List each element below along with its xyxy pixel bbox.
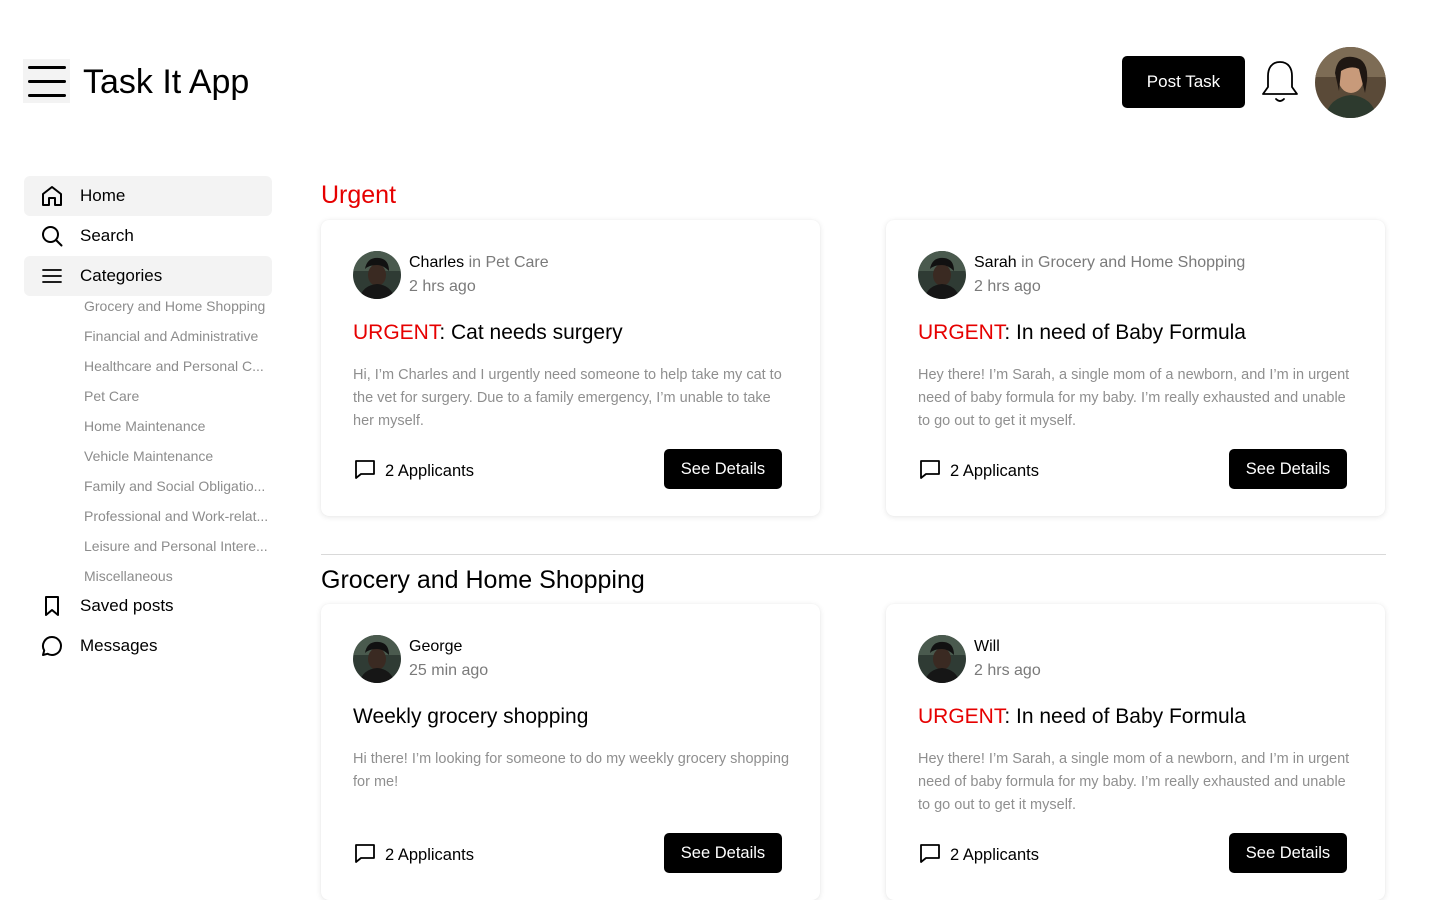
chat-icon	[353, 457, 377, 486]
post-time: 25 min ago	[409, 662, 489, 679]
task-title: URGENT: In need of Baby Formula	[918, 704, 1246, 730]
search-icon	[40, 224, 64, 248]
message-icon	[40, 634, 64, 658]
applicants-link[interactable]: 2 Applicants	[918, 841, 1039, 870]
category-link[interactable]: Healthcare and Personal C...	[84, 357, 274, 375]
poster-category: in Grocery and Home Shopping	[1016, 254, 1246, 271]
sidebar-item-messages[interactable]: Messages	[24, 626, 272, 666]
applicants-link[interactable]: 2 Applicants	[918, 457, 1039, 486]
bookmark-icon	[40, 594, 64, 618]
poster-name[interactable]: George	[409, 638, 462, 655]
post-time: 2 hrs ago	[974, 662, 1041, 679]
sidebar-item-label: Search	[80, 226, 134, 245]
sidebar-item-categories[interactable]: Categories	[24, 256, 272, 296]
see-details-button[interactable]: See Details	[1229, 833, 1347, 873]
section-title-urgent: Urgent	[321, 181, 397, 209]
task-title: URGENT: In need of Baby Formula	[918, 320, 1246, 346]
chat-icon	[353, 841, 377, 870]
task-card[interactable]: Charles in Pet Care 2 hrs ago URGENT: Cat …	[321, 220, 820, 516]
poster-avatar[interactable]	[918, 635, 966, 683]
applicants-count: 2 Applicants	[385, 462, 474, 480]
category-link[interactable]: Home Maintenance	[84, 417, 274, 435]
post-task-button[interactable]: Post Task	[1122, 56, 1245, 108]
see-details-button[interactable]: See Details	[664, 833, 782, 873]
section-title-grocery: Grocery and Home Shopping	[321, 566, 645, 594]
sidebar-item-label: Home	[80, 186, 126, 205]
post-time: 2 hrs ago	[409, 278, 476, 295]
poster-name[interactable]: Will	[974, 638, 1000, 655]
task-card[interactable]: Will 2 hrs ago URGENT: In need of Baby For…	[886, 604, 1385, 900]
user-avatar[interactable]	[1315, 47, 1386, 118]
task-title-text: Weekly grocery shopping	[353, 705, 589, 728]
poster-category: in Pet Care	[464, 254, 549, 271]
poster-name[interactable]: Charles	[409, 254, 464, 271]
applicants-link[interactable]: 2 Applicants	[353, 841, 474, 870]
applicants-count: 2 Applicants	[385, 846, 474, 864]
category-link[interactable]: Vehicle Maintenance	[84, 447, 274, 465]
urgent-label: URGENT	[918, 705, 1005, 728]
sidebar-item-label: Messages	[80, 636, 158, 655]
sidebar-item-saved-posts[interactable]: Saved posts	[24, 586, 272, 626]
app-title: Task It App	[83, 63, 250, 101]
sidebar-item-label: Categories	[80, 266, 163, 285]
see-details-button[interactable]: See Details	[664, 449, 782, 489]
urgent-label: URGENT	[353, 321, 440, 344]
notification-bell-icon[interactable]	[1259, 58, 1301, 106]
category-link[interactable]: Pet Care	[84, 387, 274, 405]
task-title: URGENT: Cat needs surgery	[353, 320, 623, 346]
task-title-text: : Cat needs surgery	[439, 321, 623, 344]
hamburger-menu-icon[interactable]	[23, 59, 70, 103]
task-description: Hey there! I’m Sarah, a single mom of a …	[918, 367, 1350, 429]
poster-avatar[interactable]	[918, 251, 966, 299]
task-title: Weekly grocery shopping	[353, 704, 588, 730]
poster-name[interactable]: Sarah	[974, 254, 1017, 271]
post-time: 2 hrs ago	[974, 278, 1041, 295]
menu-icon	[40, 264, 64, 288]
category-link[interactable]: Grocery and Home Shopping	[84, 297, 274, 315]
sidebar-item-search[interactable]: Search	[24, 216, 272, 256]
urgent-label: URGENT	[918, 321, 1005, 344]
home-icon	[40, 184, 64, 208]
task-title-text: : In need of Baby Formula	[1004, 321, 1246, 344]
applicants-count: 2 Applicants	[950, 462, 1039, 480]
task-description: Hi there! I’m looking for someone to do …	[353, 751, 790, 790]
poster-line: Charles in Pet Care	[409, 253, 549, 273]
poster-avatar[interactable]	[353, 251, 401, 299]
category-link[interactable]: Miscellaneous	[84, 567, 274, 585]
see-details-button[interactable]: See Details	[1229, 449, 1347, 489]
poster-line: George	[409, 637, 462, 657]
task-title-text: : In need of Baby Formula	[1004, 705, 1246, 728]
applicants-count: 2 Applicants	[950, 846, 1039, 864]
sidebar-item-home[interactable]: Home	[24, 176, 272, 216]
section-divider	[321, 554, 1386, 555]
task-card[interactable]: Sarah in Grocery and Home Shopping 2 hrs …	[886, 220, 1385, 516]
sidebar-item-label: Saved posts	[80, 596, 174, 615]
task-description: Hey there! I’m Sarah, a single mom of a …	[918, 751, 1350, 813]
category-link[interactable]: Family and Social Obligatio...	[84, 477, 274, 495]
category-link[interactable]: Leisure and Personal Intere...	[84, 537, 274, 555]
poster-avatar[interactable]	[353, 635, 401, 683]
category-link[interactable]: Financial and Administrative	[84, 327, 274, 345]
category-link[interactable]: Professional and Work-relat...	[84, 507, 274, 525]
applicants-link[interactable]: 2 Applicants	[353, 457, 474, 486]
task-card[interactable]: George 25 min ago Weekly grocery shopping H…	[321, 604, 820, 900]
chat-icon	[918, 457, 942, 486]
chat-icon	[918, 841, 942, 870]
poster-line: Sarah in Grocery and Home Shopping	[974, 253, 1245, 273]
poster-line: Will	[974, 637, 1000, 657]
task-description: Hi, I’m Charles and I urgently need some…	[353, 367, 782, 429]
